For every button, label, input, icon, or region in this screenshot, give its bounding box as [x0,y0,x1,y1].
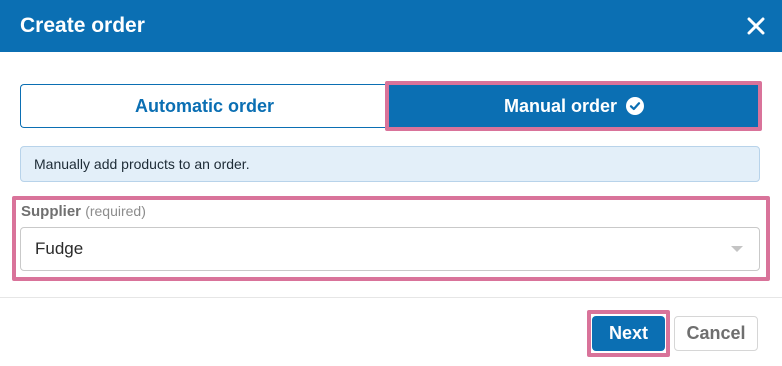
supplier-label-text: Supplier [21,203,82,220]
check-circle-icon [626,97,645,115]
manual-order-button[interactable]: Manual order [388,84,760,128]
info-message: Manually add products to an order. [20,146,760,182]
supplier-label: Supplier (required) [21,203,146,220]
next-button[interactable]: Next [592,316,665,351]
supplier-select[interactable]: Fudge [20,227,760,271]
caret-down-icon [731,246,743,252]
info-text: Manually add products to an order. [34,156,250,172]
automatic-order-label: Automatic order [134,95,275,116]
close-icon [747,17,765,35]
required-indicator: (required) [85,203,146,219]
order-type-toggle: Automatic order Manual order [20,84,760,128]
dialog-title: Create order [20,14,145,37]
manual-order-label: Manual order [503,95,618,116]
cancel-button[interactable]: Cancel [674,316,758,351]
next-label: Next [608,323,648,343]
dialog-header: Create order [0,0,782,52]
cancel-label: Cancel [686,323,746,343]
close-button[interactable] [739,9,773,43]
automatic-order-button[interactable]: Automatic order [20,84,388,128]
supplier-value: Fudge [35,239,84,258]
footer-divider [0,297,782,298]
